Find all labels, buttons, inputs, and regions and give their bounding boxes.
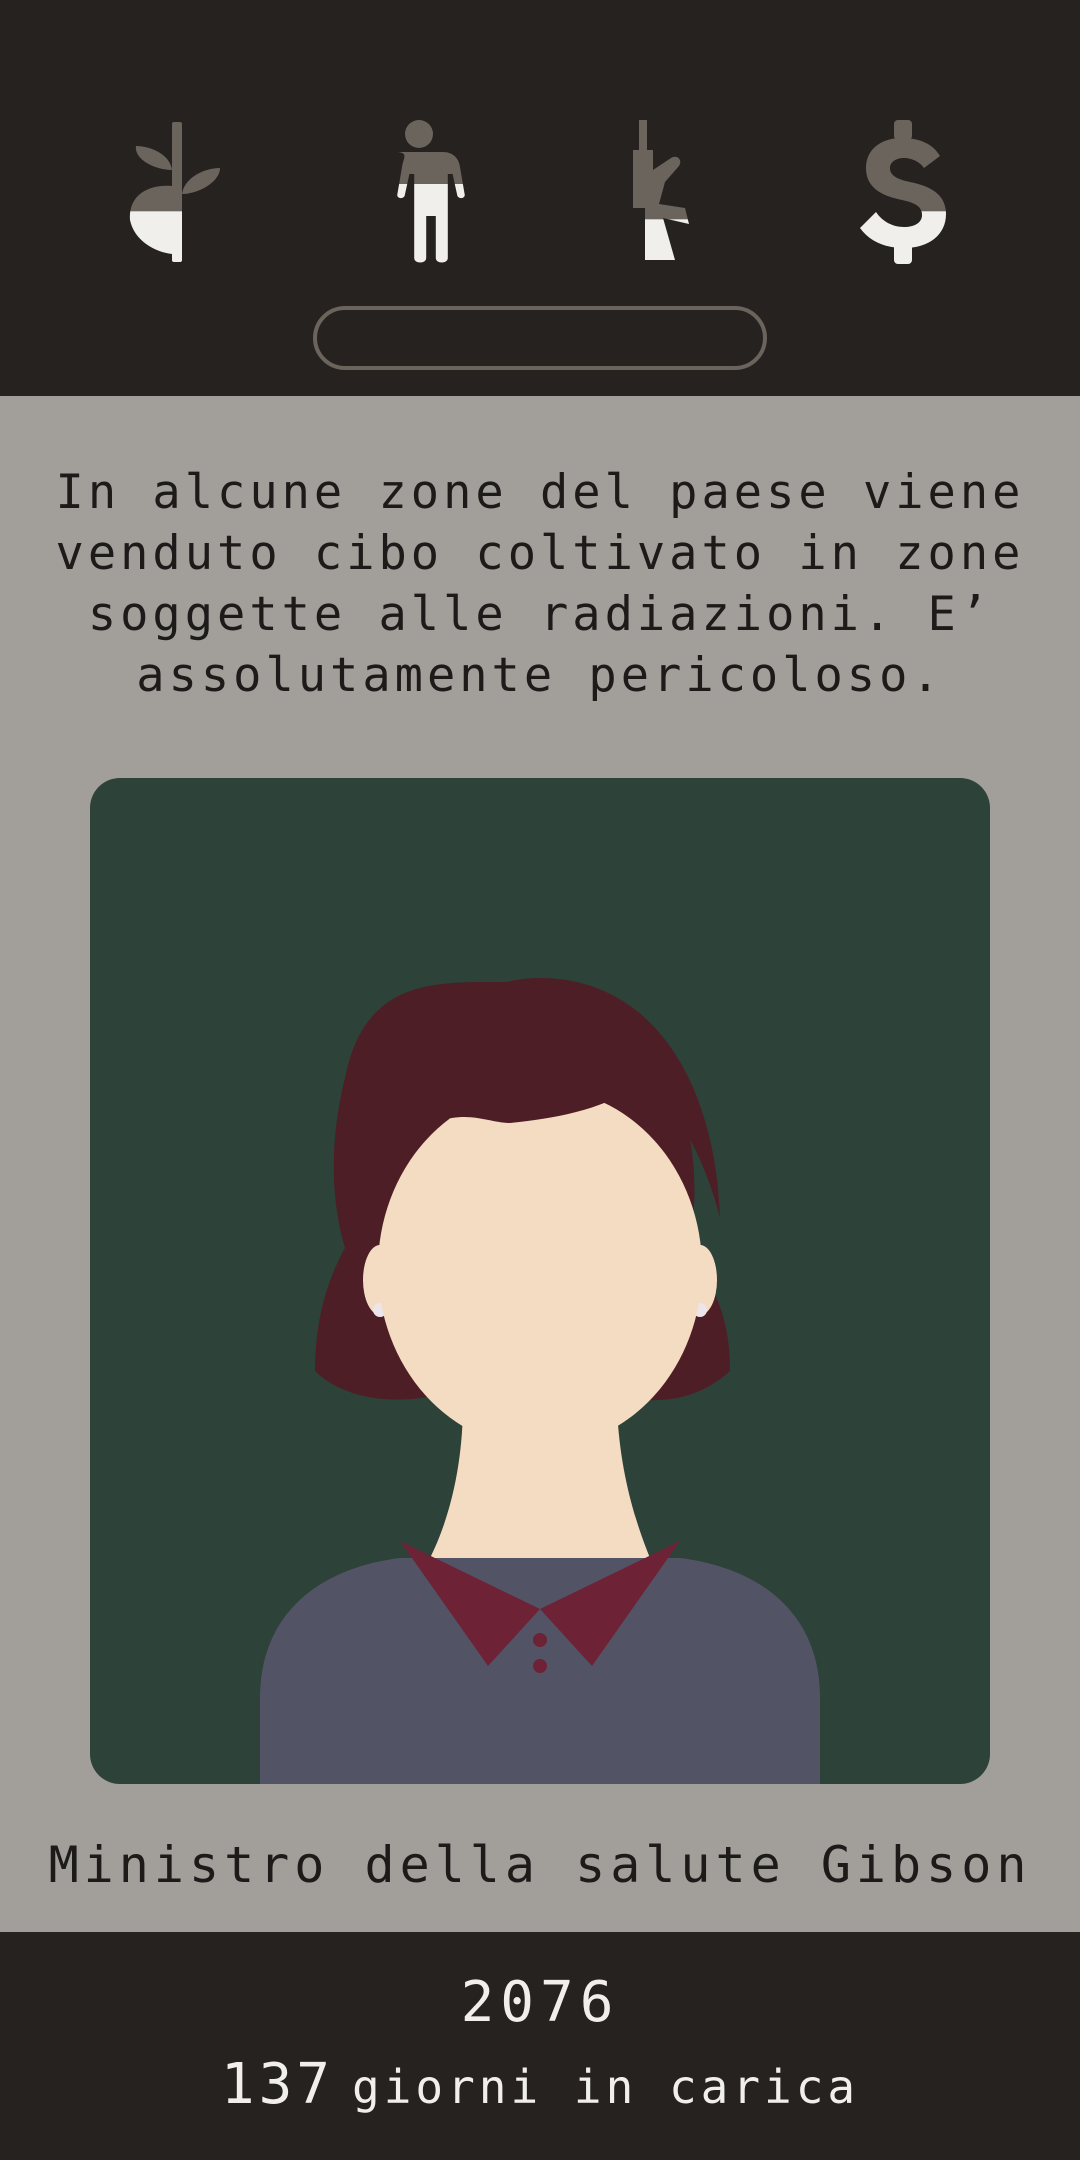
time-progress-bar xyxy=(313,306,767,370)
shirt-button xyxy=(533,1659,547,1673)
plant-icon xyxy=(120,112,240,272)
face xyxy=(378,1088,702,1448)
person-icon xyxy=(359,112,479,272)
character-card[interactable] xyxy=(90,778,990,1784)
days-count: 137 xyxy=(220,2052,335,2117)
rifle-icon xyxy=(603,112,723,272)
dollar-icon xyxy=(844,112,964,272)
current-year: 2076 xyxy=(460,1970,620,2035)
footer-bar xyxy=(0,1932,1080,2160)
card-question: In alcune zone del paese viene venduto c… xyxy=(55,465,1025,703)
days-label: giorni in carica xyxy=(352,2060,860,2114)
character-name: Ministro della salute Gibson xyxy=(48,1836,1032,1894)
shirt-button xyxy=(533,1633,547,1647)
days-in-office: 137 giorni in carica xyxy=(0,2052,1080,2117)
character-portrait xyxy=(260,978,820,1784)
